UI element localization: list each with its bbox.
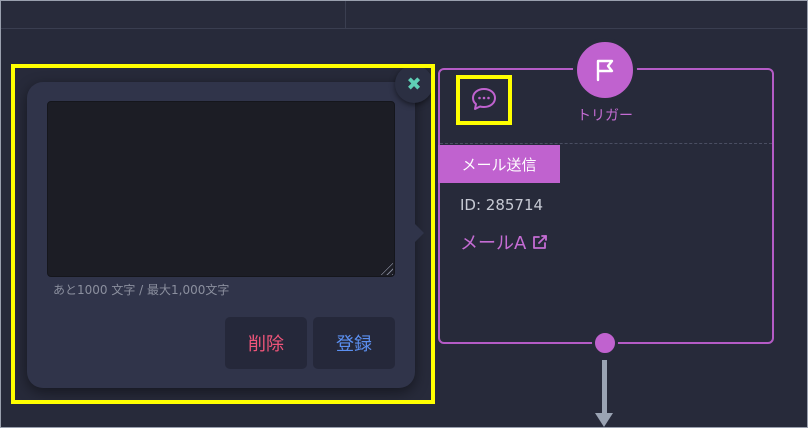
mail-template-link[interactable]: メールA — [460, 229, 548, 255]
close-button[interactable]: ✖ — [395, 65, 433, 103]
save-button[interactable]: 登録 — [313, 317, 395, 369]
delete-button[interactable]: 削除 — [225, 317, 307, 369]
trigger-label: トリガー — [577, 108, 633, 124]
top-bar-divider — [345, 1, 346, 29]
memo-popup: あと1000 文字 / 最大1,000文字 削除 登録 — [27, 82, 415, 388]
node-divider — [440, 143, 772, 144]
char-count-text: あと1000 文字 / 最大1,000文字 — [53, 283, 230, 297]
node-id-text: ID: 285714 — [460, 196, 544, 214]
flag-icon — [596, 59, 614, 82]
trigger-badge — [573, 38, 637, 102]
popup-pointer-arrow — [415, 224, 424, 242]
top-bar — [1, 1, 807, 29]
action-type-tag: メール送信 — [438, 145, 560, 183]
flow-arrow-head — [595, 413, 613, 427]
close-icon: ✖ — [406, 73, 422, 95]
output-connector[interactable] — [592, 330, 618, 356]
flow-arrow-line — [602, 360, 607, 416]
memo-textarea[interactable] — [47, 101, 395, 277]
comment-icon[interactable] — [471, 87, 497, 111]
mail-link-label: メールA — [460, 233, 527, 254]
external-link-icon — [533, 235, 548, 249]
